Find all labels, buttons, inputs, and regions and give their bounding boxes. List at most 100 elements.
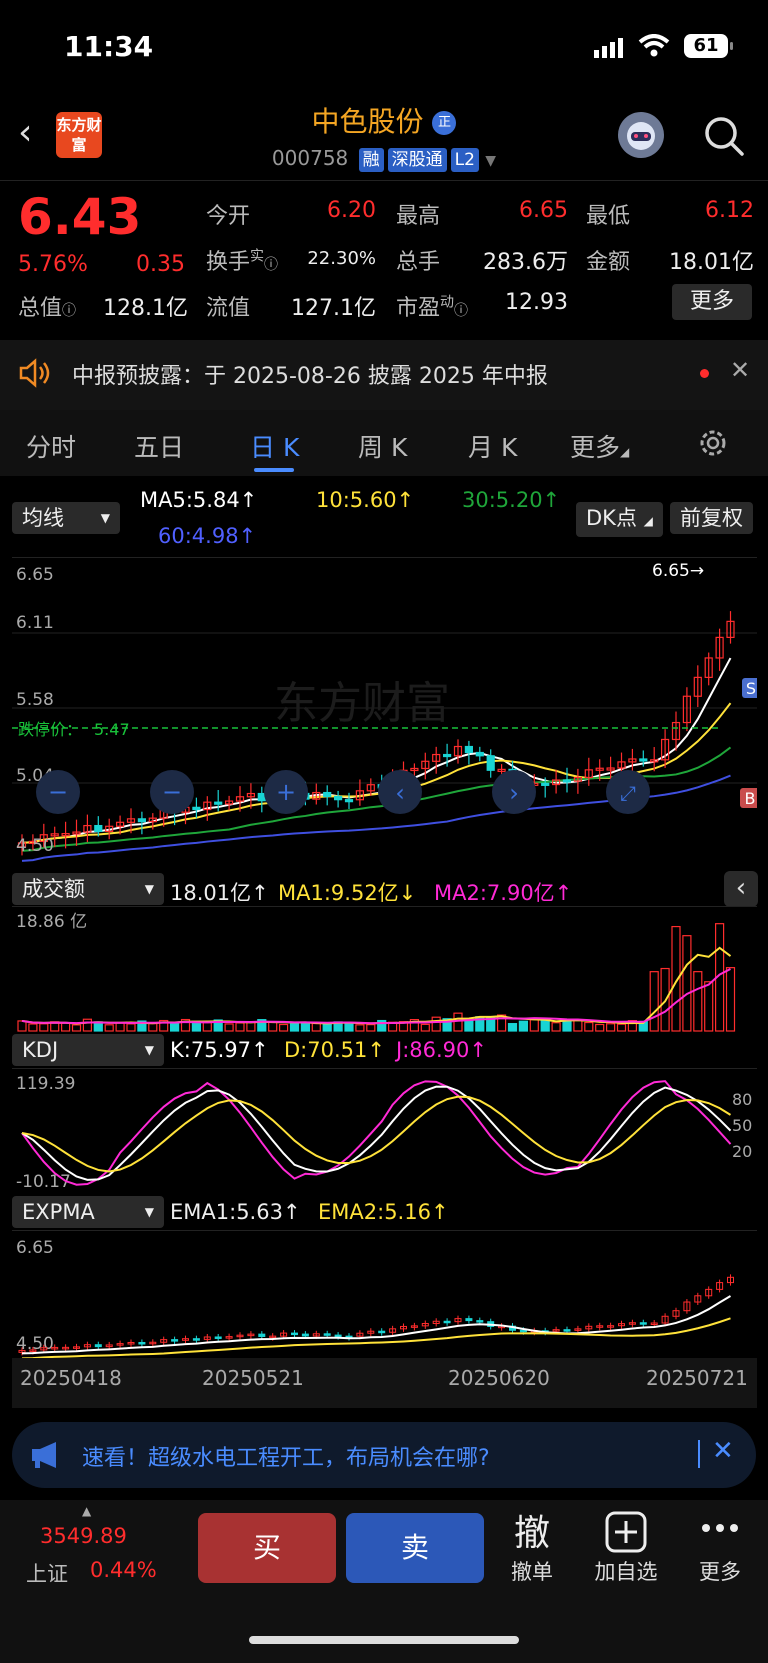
volume-chart[interactable]: 18.86 亿 [12,906,757,1033]
adjust-button[interactable]: 前复权 [670,502,753,534]
chevron-down-icon: ▼ [144,1043,154,1057]
pan-right-icon[interactable]: › [492,770,536,814]
fullscreen-icon[interactable]: ⤢ [606,770,650,814]
kline-chart[interactable]: 东方财富 6.65 6.11 5.58 5.04 4.50 跌停价： 5.47 … [12,557,760,868]
expand-up-icon[interactable]: ▲ [82,1504,91,1518]
expma-candle-body [323,1333,331,1336]
expma-chart[interactable]: 6.65 4.50 [12,1230,757,1360]
zoom-out-icon[interactable]: − [36,770,80,814]
expma-candle-body [214,1336,222,1339]
more-button[interactable]: 更多 [684,1556,756,1586]
volume-bar [289,1023,300,1032]
volume-bar [115,1022,125,1032]
high-value: 6.65 [519,198,568,223]
kdj-20-label: 20 [732,1142,752,1161]
cancel-order-button[interactable]: 撤单 [496,1556,568,1586]
expma-candle-body [334,1334,342,1338]
more-dots-icon[interactable] [700,1522,740,1534]
collapse-panel-button[interactable]: ‹ [724,871,758,907]
kline-svg[interactable]: 东方财富 6.65 6.11 5.58 5.04 4.50 跌停价： 5.47 … [12,558,760,868]
volume-bar [595,1023,605,1032]
date-label: 20250620 [448,1366,550,1390]
float-value: 127.1亿 [291,296,376,321]
tab-five-day[interactable]: 五日 [134,428,184,464]
expma-candle-body [378,1330,386,1334]
candle-body [94,824,103,832]
volume-value: 283.6万 [483,250,568,275]
info-icon[interactable]: ⓘ [62,303,76,319]
tab-monthly-k[interactable]: 月 K [468,428,517,464]
index-value[interactable]: 3549.89 [40,1524,127,1548]
cancel-order-icon[interactable]: 撤 [500,1504,564,1556]
volume-ma1: MA1:9.52亿↓ [278,881,417,905]
volume-bar [104,1024,114,1032]
volume-bar [60,1022,71,1032]
buy-button[interactable]: 买 [198,1513,336,1583]
candle-body [214,801,223,805]
volume-bar [649,971,659,1032]
info-icon[interactable]: ⓘ [454,303,468,319]
volume-ma2-line [21,968,731,1025]
expma-candle-body [519,1329,527,1333]
volume-bar [704,981,714,1032]
tab-intraday[interactable]: 分时 [26,428,76,464]
megaphone-icon [32,1442,56,1468]
kdj-50-label: 50 [732,1116,752,1135]
volume-ma2: MA2:7.90亿↑ [434,881,573,905]
svg-text:B: B [745,789,756,808]
kdj-svg[interactable]: 119.39 -10.17 80 50 20 [12,1069,757,1197]
volume-svg[interactable]: 18.86 亿 [12,907,757,1033]
expma-dropdown: EXPMA ▼ [12,1196,164,1228]
ma-dropdown[interactable]: 均线 ▼ [12,502,120,534]
volume-bar [279,1023,289,1032]
tag-l2: L2 [450,148,479,172]
tag-rong: 融 [358,148,384,172]
svg-text:S: S [746,679,756,698]
volume-bar [311,1022,321,1032]
volume-bar [725,967,736,1032]
expma-svg[interactable]: 6.65 4.50 [12,1231,757,1360]
kdj-max-label: 119.39 [16,1074,75,1094]
sell-button[interactable]: 卖 [346,1513,484,1583]
tab-daily-k[interactable]: 日 K [250,428,299,464]
candle-body [443,753,452,758]
volume-bar [616,1023,627,1032]
close-icon[interactable]: ✕ [712,1436,734,1466]
max-price-marker: 6.65→ [652,561,704,581]
expma-candle-body [639,1322,647,1325]
zoom-out-icon[interactable]: − [150,770,194,814]
candle-body [464,745,473,754]
gear-icon[interactable] [696,426,730,460]
tab-weekly-k[interactable]: 周 K [358,428,407,464]
kdj-chart[interactable]: 119.39 -10.17 80 50 20 [12,1068,757,1197]
volume-bar [605,1023,616,1032]
volume-bar [17,1020,27,1032]
expma-candle-body [291,1332,298,1336]
kdj-dropdown: KDJ ▼ [12,1034,164,1066]
float-label: 流值 [206,296,251,321]
zoom-in-icon[interactable]: + [264,770,308,814]
pan-left-icon[interactable]: ‹ [378,770,422,814]
volume-bar [202,1022,212,1032]
candle-body [192,806,201,811]
change-percent: 5.76% [18,252,88,277]
search-icon[interactable] [702,114,746,158]
kdj-d: D:70.51↑ [284,1038,385,1062]
chevron-down-icon: ▼ [100,511,110,525]
kdj-80-label: 80 [732,1090,752,1109]
volume-bar [28,1023,38,1032]
expma-candle-body [443,1320,451,1324]
add-watchlist-icon[interactable] [604,1510,648,1554]
volume-dropdown: 成交额 ▼ [12,873,164,905]
close-icon[interactable]: ✕ [730,356,750,384]
assistant-robot-icon[interactable] [618,112,664,158]
expma-candle-body [171,1339,179,1342]
more-quote-button[interactable]: 更多 [672,284,752,320]
volume-bar [431,1016,441,1032]
divider [698,1440,700,1468]
mcap-label: 总值ⓘ [18,296,77,321]
add-watchlist-button[interactable]: 加自选 [586,1556,666,1586]
limit-price: 5.47 [94,720,130,739]
info-icon[interactable]: ⓘ [264,257,278,273]
tag-sgt: 深股通 [387,148,447,172]
